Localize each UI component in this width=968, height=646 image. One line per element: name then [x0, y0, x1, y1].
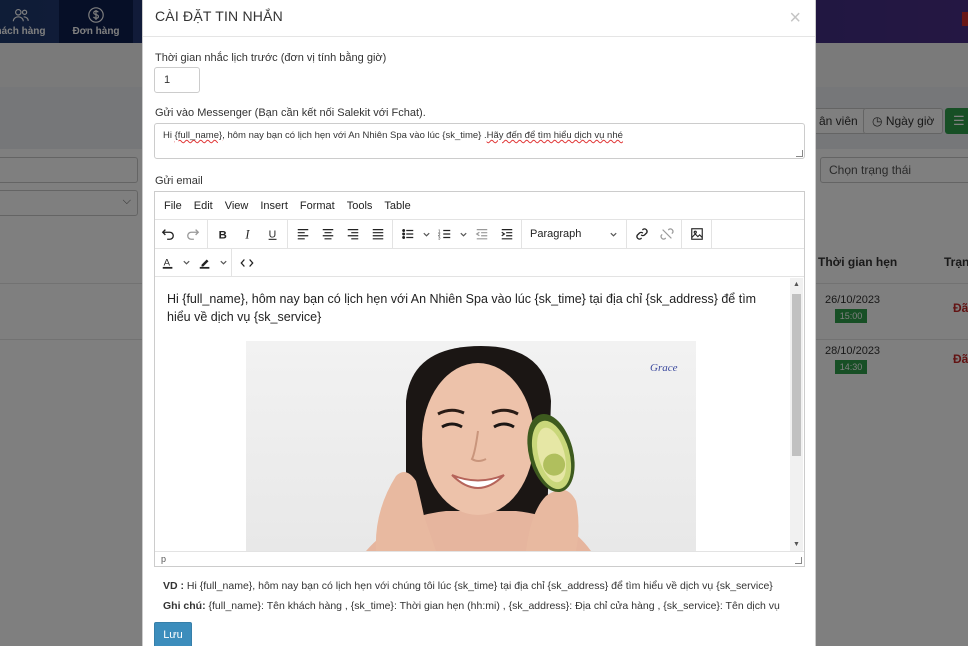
example-hint: VD : Hi {full_name}, hôm nay bạn có lịch… [163, 580, 773, 592]
bullet-list-icon[interactable] [395, 223, 420, 245]
paragraph-format-select[interactable]: Paragraph [524, 223, 624, 245]
paragraph-format-value: Paragraph [530, 228, 582, 240]
underline-icon[interactable]: U [260, 223, 285, 245]
messenger-text-part: , hôm nay bạn có lịch hẹn với An Nhiên S… [222, 130, 487, 141]
svg-text:B: B [218, 229, 226, 241]
editor-resize-handle[interactable] [795, 557, 802, 564]
italic-icon[interactable]: I [235, 223, 260, 245]
example-label: VD : [163, 580, 184, 592]
note-text: {full_name}: Tên khách hàng , {sk_time}:… [205, 600, 780, 612]
text-color-icon[interactable]: A [155, 252, 180, 274]
align-right-icon[interactable] [340, 223, 365, 245]
close-icon[interactable]: × [789, 8, 801, 28]
insert-image-icon[interactable] [684, 223, 709, 245]
editor-content-area[interactable]: Hi {full_name}, hôm nay bạn có lịch hẹn … [155, 278, 804, 551]
note-hint: Ghi chú: {full_name}: Tên khách hàng , {… [163, 600, 780, 612]
svg-text:3: 3 [438, 235, 441, 240]
toolbar-divider [521, 220, 522, 248]
woman-avocado-illustration: Grace [366, 346, 678, 551]
toolbar-divider [681, 220, 682, 248]
modal-title: CÀI ĐẶT TIN NHẮN [155, 8, 283, 24]
save-button[interactable]: Lưu [154, 622, 192, 646]
svg-text:I: I [244, 227, 250, 241]
email-body-text: Hi {full_name}, hôm nay bạn có lịch hẹn … [167, 292, 757, 324]
reminder-hours-label: Thời gian nhắc lịch trước (đơn vị tính b… [155, 52, 387, 64]
menu-file[interactable]: File [158, 200, 188, 212]
scrollbar-thumb[interactable] [792, 294, 801, 456]
messenger-textarea[interactable]: Hi {full_name}, hôm nay bạn có lịch hẹn … [154, 123, 805, 159]
chevron-down-icon[interactable] [217, 252, 229, 274]
chevron-down-icon[interactable] [457, 223, 469, 245]
messenger-text-part: Hi [163, 130, 175, 141]
bold-icon[interactable]: B [210, 223, 235, 245]
element-path: p [161, 554, 167, 564]
align-justify-icon[interactable] [365, 223, 390, 245]
chevron-down-icon[interactable] [180, 252, 192, 274]
email-label: Gửi email [155, 175, 203, 187]
modal-header: CÀI ĐẶT TIN NHẮN × [143, 0, 815, 37]
indent-icon[interactable] [494, 223, 519, 245]
editor-scrollbar[interactable]: ▲ ▼ [790, 278, 803, 551]
messenger-text-part: Hãy đến để tìm hiểu dịch vụ nhé [486, 130, 623, 141]
grace-logo: Grace [650, 362, 678, 374]
toolbar-divider [392, 220, 393, 248]
align-center-icon[interactable] [315, 223, 340, 245]
outdent-icon[interactable] [469, 223, 494, 245]
editor-statusbar: p [155, 551, 804, 566]
reminder-hours-input[interactable]: 1 [154, 67, 200, 93]
message-settings-modal: CÀI ĐẶT TIN NHẮN × Thời gian nhắc lịch t… [142, 0, 816, 646]
email-rich-text-editor: File Edit View Insert Format Tools Table… [154, 191, 805, 567]
menu-table[interactable]: Table [378, 200, 416, 212]
menu-edit[interactable]: Edit [188, 200, 219, 212]
unlink-icon[interactable] [654, 223, 679, 245]
menu-insert[interactable]: Insert [254, 200, 294, 212]
scroll-down-icon[interactable]: ▼ [793, 541, 800, 548]
resize-handle[interactable] [796, 150, 803, 157]
menu-format[interactable]: Format [294, 200, 341, 212]
messenger-label: Gửi vào Messenger (Bạn cần kết nối Salek… [155, 107, 426, 119]
chevron-down-icon [610, 232, 617, 237]
toolbar-divider [231, 248, 232, 277]
messenger-text-part: {full_name} [174, 130, 223, 141]
link-icon[interactable] [629, 223, 654, 245]
menu-view[interactable]: View [219, 200, 255, 212]
redo-icon[interactable] [180, 223, 205, 245]
scroll-up-icon[interactable]: ▲ [793, 281, 800, 288]
editor-toolbar: B I U 123 Paragraph [155, 220, 804, 249]
toolbar-divider [711, 220, 712, 248]
chevron-down-icon[interactable] [420, 223, 432, 245]
example-text: Hi {full_name}, hôm nay bạn có lịch hẹn … [184, 580, 773, 592]
numbered-list-icon[interactable]: 123 [432, 223, 457, 245]
toolbar-divider [626, 220, 627, 248]
email-image-woman-avocado[interactable]: Grace [246, 341, 696, 551]
toolbar-divider [207, 220, 208, 248]
toolbar-divider [287, 220, 288, 248]
highlight-color-icon[interactable] [192, 252, 217, 274]
menu-tools[interactable]: Tools [341, 200, 379, 212]
svg-text:U: U [268, 229, 276, 241]
source-code-icon[interactable] [234, 252, 259, 274]
undo-icon[interactable] [155, 223, 180, 245]
editor-toolbar-row2: A [155, 248, 804, 277]
editor-menubar: File Edit View Insert Format Tools Table [155, 192, 804, 220]
align-left-icon[interactable] [290, 223, 315, 245]
note-label: Ghi chú: [163, 600, 206, 612]
